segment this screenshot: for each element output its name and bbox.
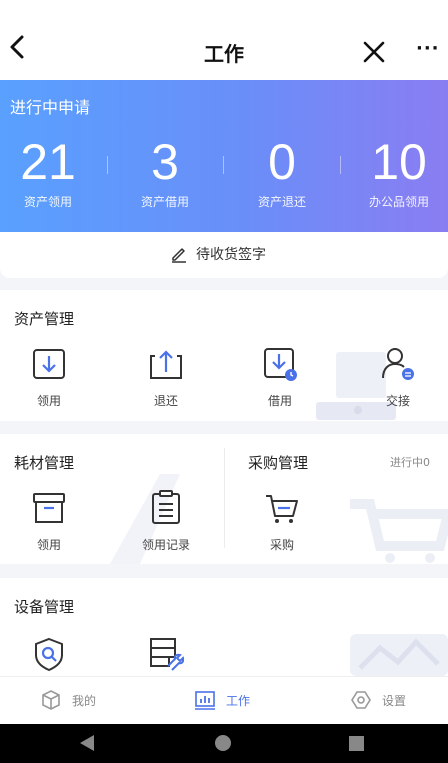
stat-office-supplies[interactable]: 10 办公品领用: [343, 135, 448, 210]
inspect-icon: [35, 637, 63, 672]
tab-label: 设置: [382, 693, 407, 708]
divider: [107, 156, 108, 174]
consumable-records-button[interactable]: 领用记录: [131, 490, 201, 553]
stat-value: 21: [20, 134, 76, 190]
asset-return-button[interactable]: 退还: [131, 346, 201, 409]
summary-title: 进行中申请: [10, 98, 91, 117]
equipment-management-card: 设备管理: [0, 578, 448, 676]
tab-label: 我的: [72, 693, 97, 708]
procurement-button[interactable]: 采购: [247, 490, 317, 553]
item-label: 领用: [36, 538, 61, 552]
cube-icon: [42, 690, 60, 710]
chart-icon: [195, 691, 215, 710]
decorative-chart-icon: [350, 634, 448, 676]
system-navigation-bar: [0, 724, 448, 763]
stat-label: 资产退还: [257, 195, 306, 209]
cart-icon: [266, 495, 298, 523]
stat-asset-borrow[interactable]: 3 资产借用: [109, 135, 221, 210]
asset-management-card: 资产管理 领用 退还 借用 交接: [0, 290, 448, 421]
item-label: 退还: [153, 394, 178, 408]
pending-sign-bar[interactable]: 待收货签字: [0, 232, 448, 278]
receive-icon: [33, 349, 65, 379]
stat-asset-return[interactable]: 0 资产退还: [226, 135, 338, 210]
nav-back-icon[interactable]: [78, 734, 96, 752]
divider: [224, 448, 225, 548]
asset-receive-button[interactable]: 领用: [14, 346, 84, 409]
equipment-maintain-button[interactable]: [131, 636, 201, 676]
tab-mine[interactable]: 我的: [40, 689, 96, 711]
stat-label: 办公品领用: [368, 195, 429, 209]
return-icon: [150, 350, 182, 379]
more-icon[interactable]: ···: [416, 38, 440, 59]
item-label: 领用: [36, 394, 61, 408]
tab-settings[interactable]: 设置: [350, 689, 406, 711]
consumables-procurement-card: 耗材管理 采购管理 进行中0 领用 领用记录 采购: [0, 434, 448, 564]
pending-sign-label: 待收货签字: [196, 247, 266, 263]
tab-work[interactable]: 工作: [194, 689, 250, 711]
summary-banner: 进行中申请 21 资产领用 3 资产借用 0 资产退还 10 办公品领用: [0, 80, 448, 232]
box-icon: [33, 493, 65, 523]
pen-icon: [172, 248, 186, 263]
item-label: 借用: [267, 394, 292, 408]
clipboard-icon: [152, 490, 180, 524]
item-label: 采购: [269, 538, 294, 552]
stat-label: 资产领用: [23, 195, 72, 209]
decorative-cart-icon: [350, 499, 448, 563]
divider: [223, 156, 224, 174]
nav-home-icon[interactable]: [214, 734, 232, 752]
asset-handover-button[interactable]: 交接: [363, 346, 433, 409]
server-wrench-icon: [150, 638, 185, 671]
item-label: 交接: [385, 394, 410, 408]
consumable-receive-button[interactable]: 领用: [14, 490, 84, 553]
handover-icon: [382, 348, 414, 380]
equipment-inspect-button[interactable]: [14, 636, 84, 676]
section-title: 采购管理: [248, 454, 309, 472]
stat-label: 资产借用: [140, 195, 189, 209]
stat-asset-receive[interactable]: 21 资产领用: [0, 135, 104, 210]
close-icon[interactable]: [362, 40, 386, 64]
bottom-tab-bar: 我的 工作 设置: [0, 676, 448, 724]
stat-value: 3: [151, 134, 179, 190]
stat-value: 10: [371, 134, 427, 190]
divider: [340, 156, 341, 174]
top-bar: 工作 ···: [0, 0, 448, 80]
procurement-status: 进行中0: [390, 456, 430, 469]
asset-borrow-button[interactable]: 借用: [245, 346, 315, 409]
tab-label: 工作: [226, 693, 251, 708]
item-label: 领用记录: [141, 538, 190, 552]
section-title: 耗材管理: [14, 454, 75, 472]
stat-value: 0: [268, 134, 296, 190]
section-title: 设备管理: [14, 598, 75, 616]
section-title: 资产管理: [14, 310, 75, 328]
borrow-icon: [264, 348, 297, 381]
hex-gear-icon: [351, 691, 371, 709]
nav-recents-icon[interactable]: [348, 735, 365, 752]
